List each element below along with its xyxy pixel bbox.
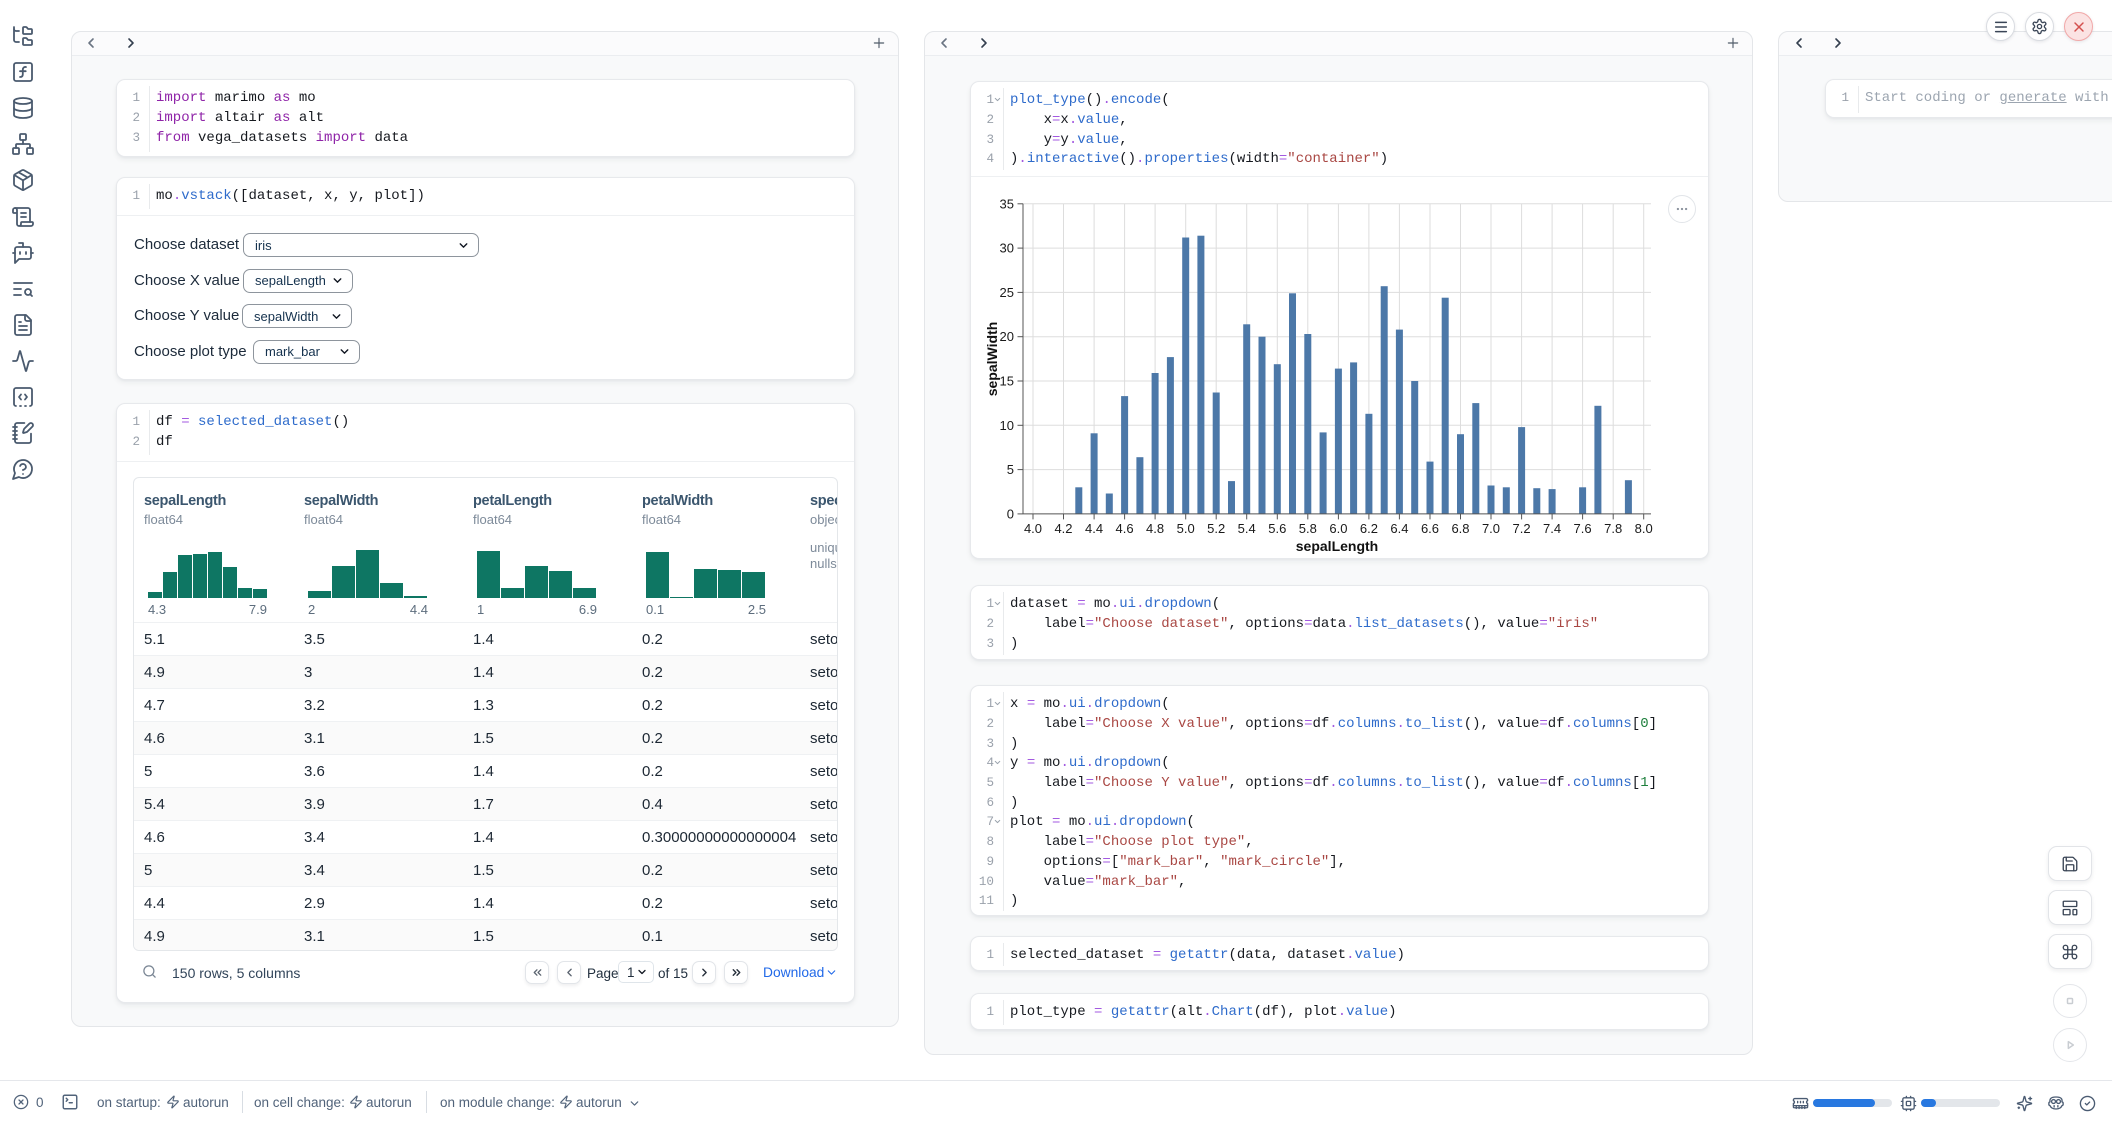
svg-text:6.2: 6.2 [1360, 521, 1378, 536]
svg-text:6.8: 6.8 [1451, 521, 1469, 536]
svg-text:8.0: 8.0 [1635, 521, 1653, 536]
svg-text:0: 0 [1007, 506, 1014, 521]
svg-text:7.0: 7.0 [1482, 521, 1500, 536]
svg-text:6.6: 6.6 [1421, 521, 1439, 536]
svg-text:6.0: 6.0 [1329, 521, 1347, 536]
svg-text:7.8: 7.8 [1604, 521, 1622, 536]
svg-text:30: 30 [1000, 241, 1014, 256]
svg-text:5.4: 5.4 [1238, 521, 1256, 536]
svg-text:7.4: 7.4 [1543, 521, 1561, 536]
svg-text:7.6: 7.6 [1574, 521, 1592, 536]
svg-text:4.2: 4.2 [1054, 521, 1072, 536]
svg-text:5.2: 5.2 [1207, 521, 1225, 536]
svg-text:4.8: 4.8 [1146, 521, 1164, 536]
svg-text:5.8: 5.8 [1299, 521, 1317, 536]
svg-text:6.4: 6.4 [1390, 521, 1408, 536]
svg-text:5.0: 5.0 [1177, 521, 1195, 536]
svg-text:5.6: 5.6 [1268, 521, 1286, 536]
svg-text:sepalLength: sepalLength [1296, 538, 1378, 554]
svg-text:25: 25 [1000, 285, 1014, 300]
svg-text:4.6: 4.6 [1116, 521, 1134, 536]
svg-text:4.4: 4.4 [1085, 521, 1103, 536]
svg-text:10: 10 [1000, 418, 1014, 433]
svg-text:4.0: 4.0 [1024, 521, 1042, 536]
svg-text:7.2: 7.2 [1513, 521, 1531, 536]
svg-text:15: 15 [1000, 374, 1014, 389]
svg-text:5: 5 [1007, 462, 1014, 477]
svg-text:20: 20 [1000, 329, 1014, 344]
svg-text:sepalWidth: sepalWidth [984, 322, 1000, 397]
svg-text:35: 35 [1000, 196, 1014, 211]
